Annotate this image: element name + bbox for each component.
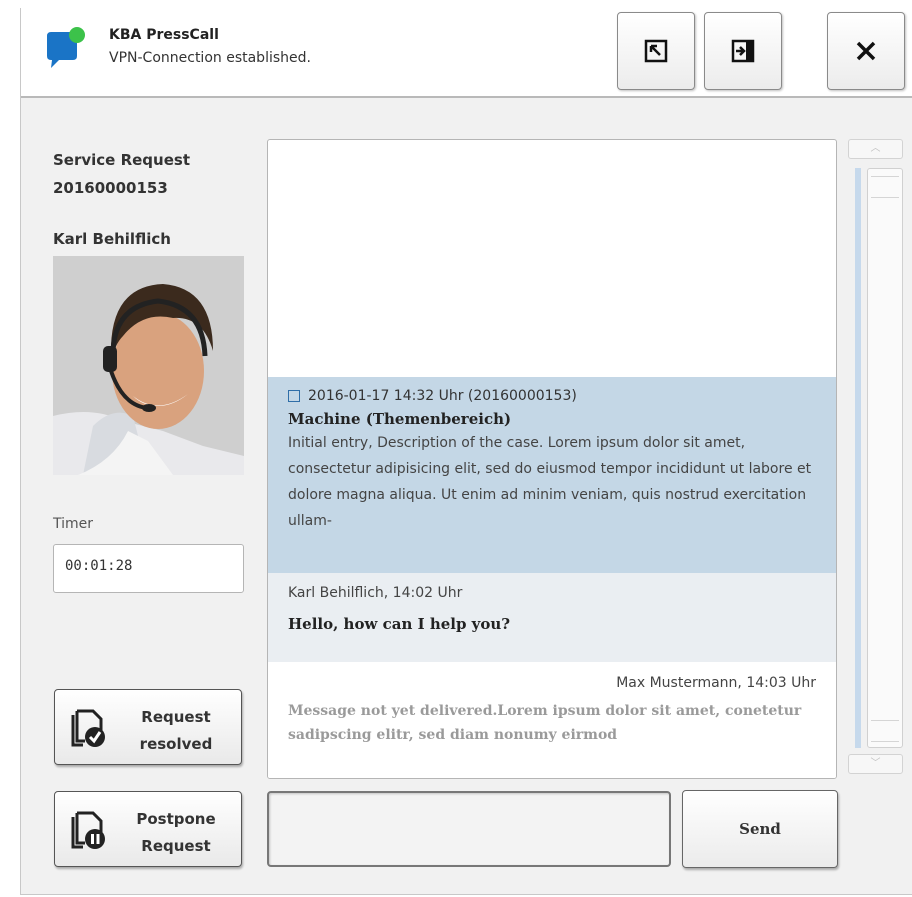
message-timestamp: 2016-01-17 14:32 Uhr (20160000153) [308,388,577,404]
scroll-down-button[interactable]: ﹀ [848,754,903,774]
scroll-grip-bottom [871,720,899,742]
title-bar: KBA PressCall VPN-Connection established… [21,8,912,98]
message-body: Initial entry, Description of the case. … [288,435,812,529]
timer-display: 00:01:28 [53,544,244,593]
scroll-track[interactable] [855,168,861,748]
app-title: KBA PressCall [109,27,219,43]
dock-button[interactable] [704,12,782,90]
send-button[interactable]: Send [682,790,838,868]
scroll-grip-top [871,176,899,198]
document-check-icon [71,709,105,747]
message-text: Hello, how can I help you? [288,615,511,633]
message-topic: Machine (Themenbereich) [288,410,512,428]
minimize-button[interactable] [617,12,695,90]
window-minimize-icon [644,39,668,63]
timer-label: Timer [53,516,94,532]
message-text: Message not yet delivered.Lorem ipsum do… [288,703,802,743]
chat-message-agent: Karl Behilflich, 14:02 Uhr Hello, how ca… [268,573,836,662]
message-input[interactable] [267,791,671,867]
message-meta: Max Mustermann, 14:03 Uhr [616,675,816,691]
request-resolved-label: Request resolved [139,708,213,753]
app-window: KBA PressCall VPN-Connection established… [20,8,912,895]
service-request-info: Service Request 20160000153 [53,146,190,202]
chat-message-initial: 2016-01-17 14:32 Uhr (20160000153) Machi… [268,377,836,573]
close-icon [856,41,876,61]
service-request-label: Service Request [53,151,190,169]
chat-bubble-icon [47,27,85,68]
checkbox-icon[interactable] [288,390,300,402]
close-button[interactable] [827,12,905,90]
message-meta: 2016-01-17 14:32 Uhr (20160000153) [288,388,816,404]
agent-avatar [53,256,244,475]
scroll-up-button[interactable]: ︿ [848,139,903,159]
chat-message-user: Max Mustermann, 14:03 Uhr Message not ye… [268,662,836,778]
postpone-request-label: Postpone Request [136,810,216,855]
request-resolved-button[interactable]: Request resolved [54,689,242,765]
document-pause-icon [71,811,105,849]
postpone-request-button[interactable]: Postpone Request [54,791,242,867]
window-dock-icon [731,39,755,63]
scroll-thumb[interactable] [867,168,903,748]
chat-history[interactable]: 2016-01-17 14:32 Uhr (20160000153) Machi… [267,139,837,779]
connection-status: VPN-Connection established. [109,50,311,66]
message-meta: Karl Behilflich, 14:02 Uhr [288,585,463,601]
agent-name: Karl Behilflich [53,230,171,248]
service-request-number: 20160000153 [53,179,168,197]
